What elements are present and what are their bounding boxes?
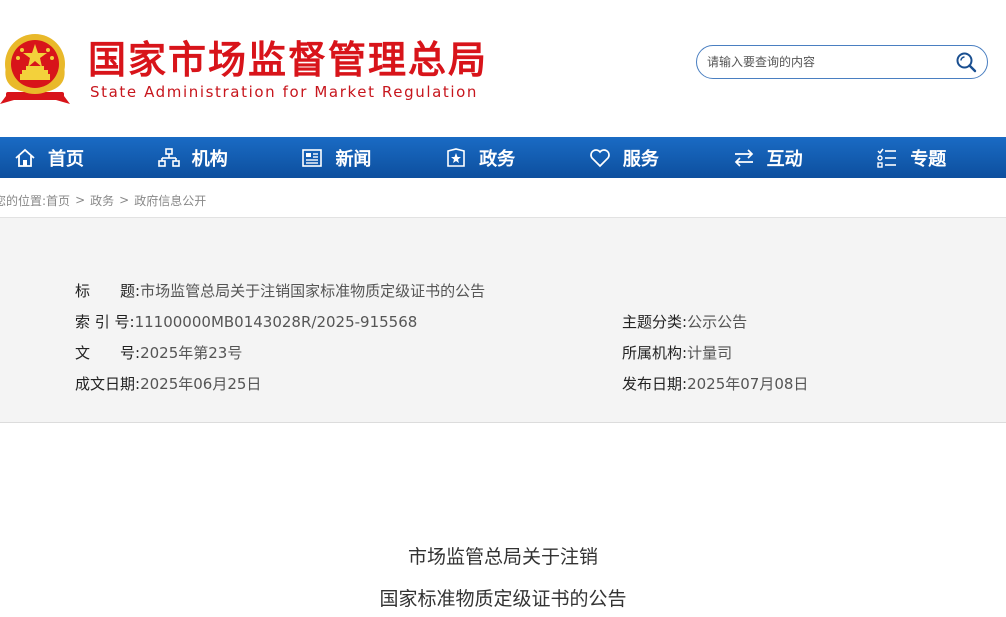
search-input[interactable] xyxy=(707,52,947,72)
org-chart-icon xyxy=(157,147,180,167)
meta-written-date-value: 2025年06月25日 xyxy=(140,375,262,393)
nav-item-org[interactable]: 机构 xyxy=(144,137,288,178)
nav-item-interact[interactable]: 互动 xyxy=(719,137,863,178)
meta-agency-label: 所属机构: xyxy=(622,344,688,362)
nav-item-affairs[interactable]: 政务 xyxy=(431,137,575,178)
exchange-icon xyxy=(734,148,753,167)
meta-title-label: 标 题: xyxy=(75,282,141,300)
article-title-line-2: 国家标准物质定级证书的公告 xyxy=(379,588,627,610)
breadcrumb-link-home[interactable]: 首页 xyxy=(46,192,70,209)
meta-agency-value: 计量司 xyxy=(687,344,733,362)
article-title-line-1: 市场监管总局关于注销 xyxy=(407,546,598,568)
nav-item-news[interactable]: 新闻 xyxy=(287,137,431,178)
brand-title-cn: 国家市场监督管理总局 xyxy=(88,38,489,82)
nav-item-topics[interactable]: 专题 xyxy=(862,137,1006,178)
national-emblem-icon xyxy=(0,34,70,104)
meta-publish-date-value: 2025年07月08日 xyxy=(687,375,809,393)
meta-publish-date-label: 发布日期: xyxy=(622,375,688,393)
search-box xyxy=(696,45,988,79)
meta-category-label: 主题分类: xyxy=(622,313,688,331)
meta-written-date-row: 成文日期:2025年06月25日 xyxy=(75,374,261,394)
breadcrumb-link-affairs[interactable]: 政务 xyxy=(90,192,114,209)
breadcrumb-separator: > xyxy=(119,193,130,207)
search-icon[interactable] xyxy=(955,51,977,73)
meta-title-row: 标 题:市场监管总局关于注销国家标准物质定级证书的公告 xyxy=(75,281,485,301)
meta-doc-number-row: 文 号:2025年第23号 xyxy=(75,343,242,363)
meta-doc-number-label: 文 号: xyxy=(75,344,141,362)
nav-item-services[interactable]: 服务 xyxy=(575,137,719,178)
nav-label: 首页 xyxy=(48,148,84,170)
home-icon xyxy=(15,148,35,167)
document-metadata: 标 题:市场监管总局关于注销国家标准物质定级证书的公告 索 引 号:111000… xyxy=(0,218,1006,423)
nav-label: 政务 xyxy=(479,148,516,170)
nav-label: 互动 xyxy=(766,148,803,170)
breadcrumb-prefix: 您的位置: xyxy=(0,193,47,208)
shield-icon xyxy=(447,147,465,167)
meta-index-label: 索 引 号: xyxy=(75,313,135,331)
meta-written-date-label: 成文日期: xyxy=(75,375,141,393)
breadcrumb-separator: > xyxy=(75,193,86,207)
newspaper-icon xyxy=(302,148,323,167)
list-icon xyxy=(877,148,897,168)
meta-doc-number-value: 2025年第23号 xyxy=(140,344,243,362)
heart-icon xyxy=(590,148,610,167)
meta-category-row: 主题分类:公示公告 xyxy=(622,312,747,332)
meta-title-value: 市场监管总局关于注销国家标准物质定级证书的公告 xyxy=(140,282,486,300)
nav-label: 专题 xyxy=(910,148,947,170)
brand-title-en: State Administration for Market Regulati… xyxy=(90,83,479,101)
nav-label: 服务 xyxy=(622,148,659,170)
meta-index-value: 11100000MB0143028R/2025-915568 xyxy=(134,313,418,331)
meta-publish-date-row: 发布日期:2025年07月08日 xyxy=(622,374,808,394)
breadcrumb: 您的位置: 首页 > 政务 > 政府信息公开 xyxy=(0,190,206,210)
nav-label: 机构 xyxy=(191,148,228,170)
nav-label: 新闻 xyxy=(335,148,372,170)
breadcrumb-link-info-disclosure[interactable]: 政府信息公开 xyxy=(134,192,206,209)
site-header: 国家市场监督管理总局 State Administration for Mark… xyxy=(0,0,1006,136)
meta-index-row: 索 引 号:11100000MB0143028R/2025-915568 xyxy=(75,312,417,332)
nav-item-home[interactable]: 首页 xyxy=(0,137,144,178)
meta-agency-row: 所属机构:计量司 xyxy=(622,343,732,363)
main-nav: 首页 机构 新闻 政务 服务 互动 专题 xyxy=(0,137,1006,178)
meta-category-value: 公示公告 xyxy=(687,313,748,331)
